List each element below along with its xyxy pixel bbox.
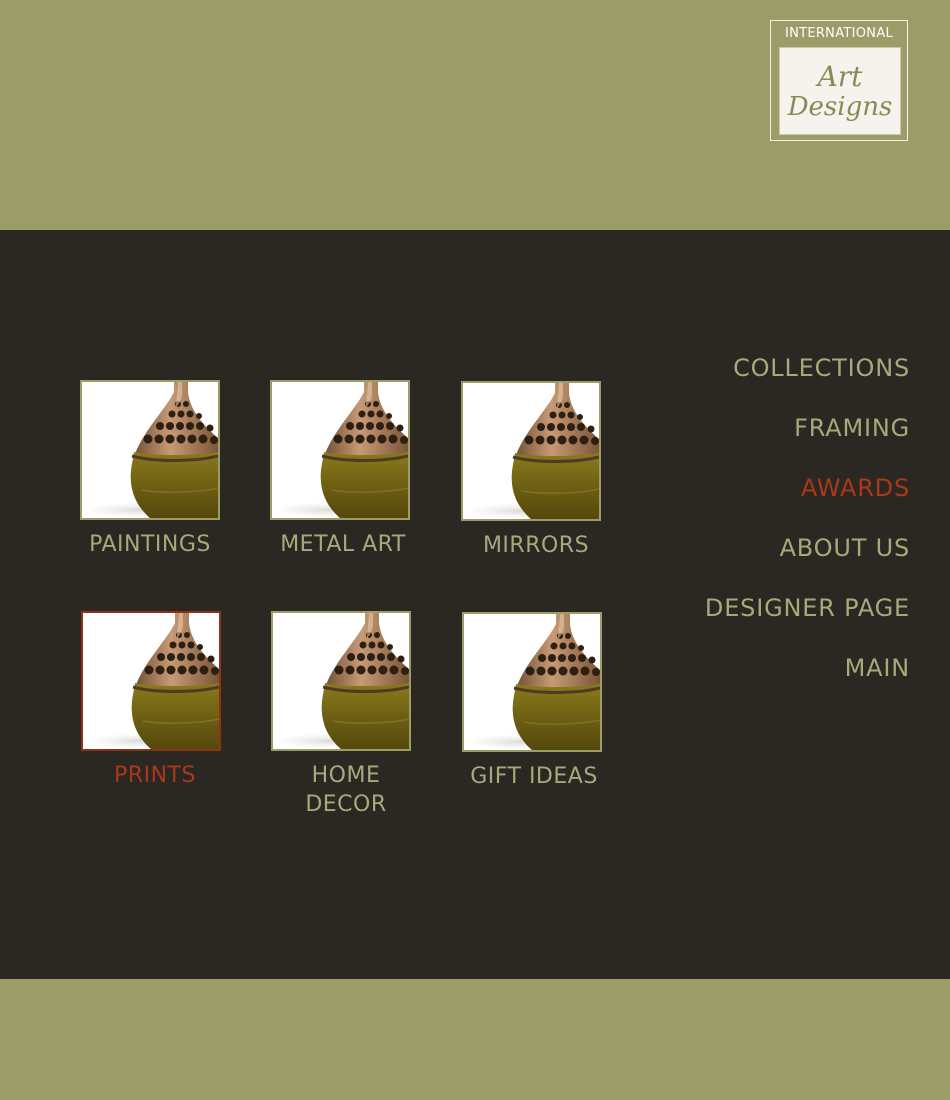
category-label[interactable]: MIRRORS	[446, 531, 626, 560]
nav-collections[interactable]: COLLECTIONS	[733, 354, 910, 382]
vase-image[interactable]	[271, 611, 411, 751]
nav-framing[interactable]: FRAMING	[794, 414, 910, 442]
logo-designs-text: Designs	[787, 92, 893, 122]
nav-about-us[interactable]: ABOUT US	[780, 534, 910, 562]
vase-image[interactable]	[461, 381, 601, 521]
vase-image[interactable]	[81, 611, 221, 751]
nav-main[interactable]: MAIN	[845, 654, 910, 682]
category-label[interactable]: PRINTS	[65, 761, 245, 790]
vase-image[interactable]	[462, 612, 602, 752]
nav-designer-page[interactable]: DESIGNER PAGE	[705, 594, 910, 622]
logo-emblem: Art Designs	[779, 47, 901, 135]
category-label[interactable]: GIFT IDEAS	[444, 762, 624, 791]
nav-awards[interactable]: AWARDS	[801, 474, 910, 502]
vase-image[interactable]	[270, 380, 410, 520]
footer-band	[0, 979, 950, 1100]
site-logo[interactable]: INTERNATIONAL Art Designs	[770, 20, 908, 141]
logo-international-text: INTERNATIONAL	[784, 26, 894, 41]
logo-art-text: Art	[817, 60, 863, 93]
category-label[interactable]: METAL ART	[253, 530, 433, 559]
category-label[interactable]: HOME DECOR	[291, 761, 401, 819]
category-label[interactable]: PAINTINGS	[60, 530, 240, 559]
vase-image[interactable]	[80, 380, 220, 520]
